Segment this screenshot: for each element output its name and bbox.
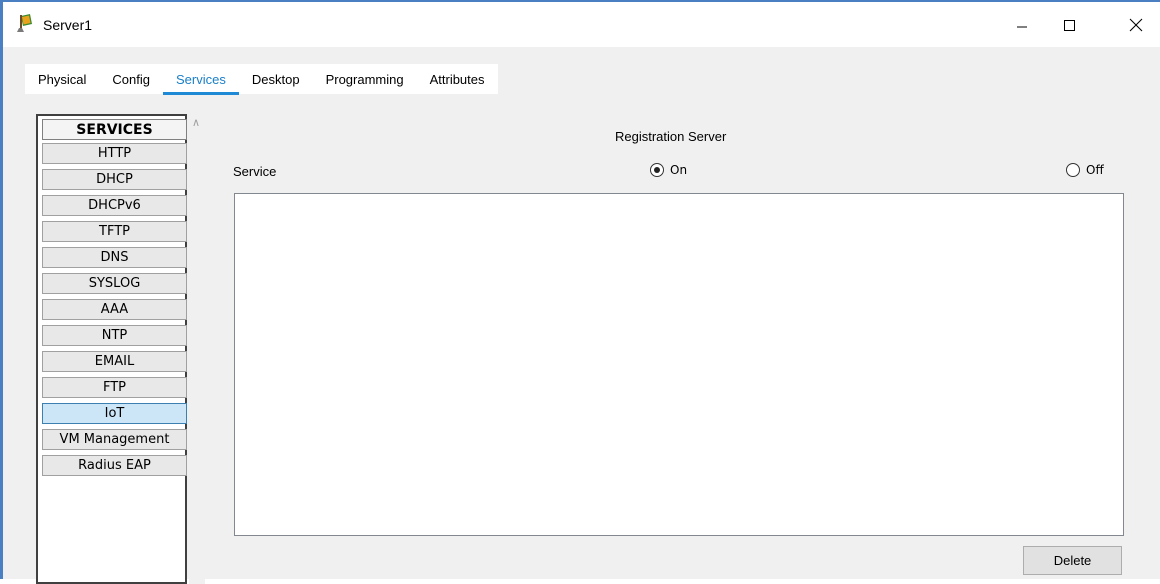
service-on-radio[interactable]: On	[650, 163, 687, 177]
tab-strip: Physical Config Services Desktop Program…	[25, 64, 498, 96]
service-item-dhcpv6[interactable]: DHCPv6	[42, 195, 187, 216]
registration-list[interactable]	[234, 193, 1124, 536]
service-item-dns[interactable]: DNS	[42, 247, 187, 268]
tab-attributes[interactable]: Attributes	[417, 64, 498, 94]
services-scrollbar[interactable]: ∧	[189, 114, 205, 584]
server-app-icon	[17, 13, 39, 33]
service-item-email[interactable]: EMAIL	[42, 351, 187, 372]
service-item-tftp[interactable]: TFTP	[42, 221, 187, 242]
tab-desktop[interactable]: Desktop	[239, 64, 313, 94]
title-bar: Server1	[3, 2, 1160, 47]
on-label: On	[670, 163, 688, 177]
server-window: Server1 Physical Config Services Desktop…	[0, 0, 1160, 584]
maximize-icon	[1064, 19, 1075, 31]
close-icon	[1129, 18, 1143, 31]
services-header: SERVICES	[42, 119, 187, 140]
tab-programming[interactable]: Programming	[313, 64, 417, 94]
window-border-left	[0, 0, 3, 579]
tab-config[interactable]: Config	[99, 64, 163, 94]
services-content: SERVICES HTTP DHCP DHCPv6 TFTP DNS SYSLO…	[25, 95, 1160, 584]
service-label: Service	[233, 164, 277, 179]
scroll-up-icon[interactable]: ∧	[192, 116, 200, 129]
service-item-ntp[interactable]: NTP	[42, 325, 187, 346]
service-off-radio[interactable]: Off	[1066, 163, 1104, 177]
minimize-icon	[1017, 26, 1027, 27]
panel-title: Registration Server	[615, 129, 727, 144]
service-item-ftp[interactable]: FTP	[42, 377, 187, 398]
service-item-radius-eap[interactable]: Radius EAP	[42, 455, 187, 476]
window-title: Server1	[43, 17, 93, 33]
services-list: SERVICES HTTP DHCP DHCPv6 TFTP DNS SYSLO…	[36, 114, 187, 584]
service-item-iot[interactable]: IoT	[42, 403, 187, 424]
minimize-button[interactable]	[999, 2, 1045, 47]
service-item-aaa[interactable]: AAA	[42, 299, 187, 320]
service-item-vm-management[interactable]: VM Management	[42, 429, 187, 450]
service-item-http[interactable]: HTTP	[42, 143, 187, 164]
tab-services[interactable]: Services	[163, 64, 239, 96]
off-label: Off	[1086, 163, 1104, 177]
radio-checked-icon[interactable]	[650, 163, 664, 177]
close-button[interactable]	[1113, 2, 1159, 47]
delete-button[interactable]: Delete	[1023, 546, 1122, 575]
service-item-dhcp[interactable]: DHCP	[42, 169, 187, 190]
radio-unchecked-icon[interactable]	[1066, 163, 1080, 177]
maximize-button[interactable]	[1046, 2, 1092, 47]
service-item-syslog[interactable]: SYSLOG	[42, 273, 187, 294]
tab-physical[interactable]: Physical	[25, 64, 99, 94]
